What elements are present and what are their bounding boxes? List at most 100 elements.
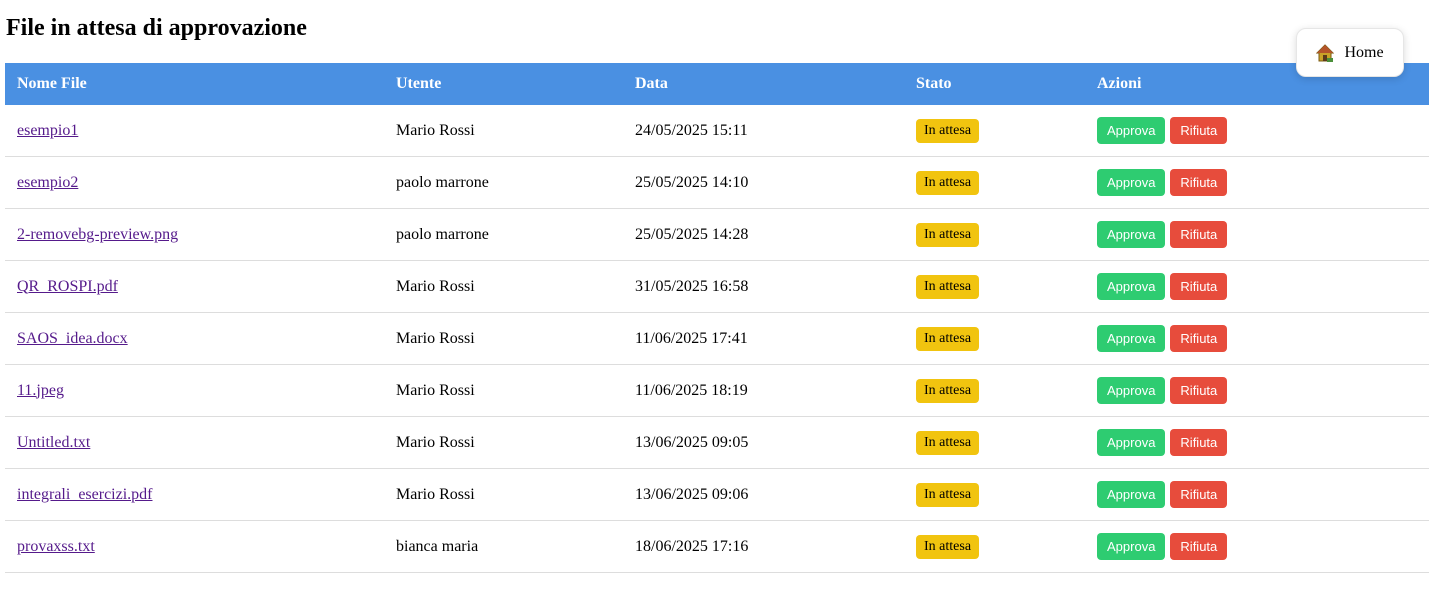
- file-cell: Untitled.txt: [5, 416, 384, 469]
- file-cell: provaxss.txt: [5, 520, 384, 573]
- file-cell: SAOS_idea.docx: [5, 312, 384, 365]
- file-link[interactable]: SAOS_idea.docx: [17, 330, 128, 347]
- status-badge: In attesa: [916, 170, 980, 195]
- file-link[interactable]: QR_ROSPI.pdf: [17, 278, 118, 295]
- header-status: Stato: [916, 75, 952, 92]
- date-cell: 25/05/2025 14:28: [623, 208, 904, 261]
- header-user: Utente: [396, 75, 442, 92]
- status-cell: In attesa: [904, 312, 1085, 365]
- user-cell: Mario Rossi: [384, 260, 623, 313]
- pending-files-table: Nome File Utente Data Stato Azioni esemp…: [5, 63, 1429, 573]
- file-cell: integrali_esercizi.pdf: [5, 468, 384, 521]
- actions-cell: Approva Rifiuta: [1085, 468, 1429, 521]
- table-row: integrali_esercizi.pdf Mario Rossi 13/06/2…: [5, 468, 1429, 521]
- user-cell: Mario Rossi: [384, 105, 623, 157]
- user-cell: paolo marrone: [384, 156, 623, 209]
- page-title: File in attesa di approvazione: [6, 15, 307, 41]
- table-row: QR_ROSPI.pdf Mario Rossi 31/05/2025 16:58 I…: [5, 260, 1429, 313]
- reject-button[interactable]: Rifiuta: [1170, 325, 1228, 352]
- home-label: Home: [1344, 43, 1384, 61]
- table-row: SAOS_idea.docx Mario Rossi 11/06/2025 17:4…: [5, 312, 1429, 365]
- actions-cell: Approva Rifiuta: [1085, 156, 1429, 209]
- date-cell: 11/06/2025 18:19: [623, 364, 904, 417]
- file-cell: esempio2: [5, 156, 384, 209]
- file-link[interactable]: integrali_esercizi.pdf: [17, 486, 153, 503]
- home-button[interactable]: Home: [1296, 28, 1404, 77]
- approve-button[interactable]: Approva: [1097, 429, 1166, 456]
- status-badge: In attesa: [916, 430, 980, 455]
- file-cell: QR_ROSPI.pdf: [5, 260, 384, 313]
- table-row: Untitled.txt Mario Rossi 13/06/2025 09:05 I…: [5, 416, 1429, 469]
- actions-cell: Approva Rifiuta: [1085, 416, 1429, 469]
- actions-cell: Approva Rifiuta: [1085, 105, 1429, 157]
- file-link[interactable]: esempio1: [17, 122, 78, 139]
- actions-cell: Approva Rifiuta: [1085, 520, 1429, 573]
- status-cell: In attesa: [904, 364, 1085, 417]
- status-badge: In attesa: [916, 378, 980, 403]
- file-cell: esempio1: [5, 105, 384, 157]
- header-date: Data: [635, 75, 668, 92]
- status-cell: In attesa: [904, 156, 1085, 209]
- reject-button[interactable]: Rifiuta: [1170, 429, 1228, 456]
- date-cell: 13/06/2025 09:06: [623, 468, 904, 521]
- approve-button[interactable]: Approva: [1097, 169, 1166, 196]
- file-link[interactable]: provaxss.txt: [17, 538, 95, 555]
- file-link[interactable]: 11.jpeg: [17, 382, 64, 399]
- status-cell: In attesa: [904, 208, 1085, 261]
- user-cell: Mario Rossi: [384, 416, 623, 469]
- house-icon: [1316, 43, 1335, 62]
- reject-button[interactable]: Rifiuta: [1170, 273, 1228, 300]
- user-cell: Mario Rossi: [384, 312, 623, 365]
- approve-button[interactable]: Approva: [1097, 481, 1166, 508]
- status-badge: In attesa: [916, 222, 980, 247]
- file-link[interactable]: Untitled.txt: [17, 434, 90, 451]
- approve-button[interactable]: Approva: [1097, 325, 1166, 352]
- actions-cell: Approva Rifiuta: [1085, 208, 1429, 261]
- user-cell: paolo marrone: [384, 208, 623, 261]
- approve-button[interactable]: Approva: [1097, 377, 1166, 404]
- table-row: provaxss.txt bianca maria 18/06/2025 17:16…: [5, 520, 1429, 573]
- status-badge: In attesa: [916, 118, 980, 143]
- table-header-row: Nome File Utente Data Stato Azioni: [5, 63, 1429, 105]
- status-badge: In attesa: [916, 326, 980, 351]
- table-row: 2-removebg-preview.png paolo marrone 25/05…: [5, 208, 1429, 261]
- actions-cell: Approva Rifiuta: [1085, 312, 1429, 365]
- actions-cell: Approva Rifiuta: [1085, 260, 1429, 313]
- actions-cell: Approva Rifiuta: [1085, 364, 1429, 417]
- status-badge: In attesa: [916, 482, 980, 507]
- date-cell: 13/06/2025 09:05: [623, 416, 904, 469]
- status-badge: In attesa: [916, 534, 980, 559]
- header-file-name: Nome File: [17, 75, 87, 92]
- status-cell: In attesa: [904, 520, 1085, 573]
- table-row: esempio2 paolo marrone 25/05/2025 14:10 In …: [5, 156, 1429, 209]
- status-cell: In attesa: [904, 105, 1085, 157]
- file-cell: 11.jpeg: [5, 364, 384, 417]
- user-cell: Mario Rossi: [384, 364, 623, 417]
- table-row: 11.jpeg Mario Rossi 11/06/2025 18:19 In att…: [5, 364, 1429, 417]
- status-cell: In attesa: [904, 468, 1085, 521]
- date-cell: 11/06/2025 17:41: [623, 312, 904, 365]
- approve-button[interactable]: Approva: [1097, 117, 1166, 144]
- reject-button[interactable]: Rifiuta: [1170, 221, 1228, 248]
- file-link[interactable]: 2-removebg-preview.png: [17, 226, 178, 243]
- reject-button[interactable]: Rifiuta: [1170, 377, 1228, 404]
- user-cell: Mario Rossi: [384, 468, 623, 521]
- user-cell: bianca maria: [384, 520, 623, 573]
- approve-button[interactable]: Approva: [1097, 533, 1166, 560]
- reject-button[interactable]: Rifiuta: [1170, 481, 1228, 508]
- date-cell: 25/05/2025 14:10: [623, 156, 904, 209]
- file-link[interactable]: esempio2: [17, 174, 78, 191]
- reject-button[interactable]: Rifiuta: [1170, 533, 1228, 560]
- status-badge: In attesa: [916, 274, 980, 299]
- approve-button[interactable]: Approva: [1097, 221, 1166, 248]
- date-cell: 31/05/2025 16:58: [623, 260, 904, 313]
- table-row: esempio1 Mario Rossi 24/05/2025 15:11 In at…: [5, 105, 1429, 157]
- approve-button[interactable]: Approva: [1097, 273, 1166, 300]
- file-cell: 2-removebg-preview.png: [5, 208, 384, 261]
- date-cell: 24/05/2025 15:11: [623, 105, 904, 157]
- reject-button[interactable]: Rifiuta: [1170, 169, 1228, 196]
- date-cell: 18/06/2025 17:16: [623, 520, 904, 573]
- status-cell: In attesa: [904, 416, 1085, 469]
- reject-button[interactable]: Rifiuta: [1170, 117, 1228, 144]
- status-cell: In attesa: [904, 260, 1085, 313]
